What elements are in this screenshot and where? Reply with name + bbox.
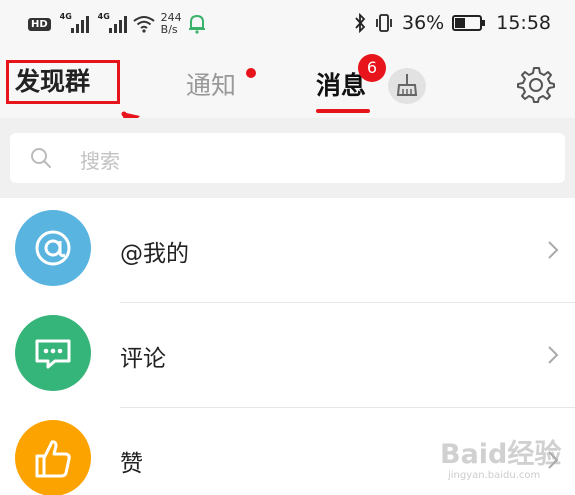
watermark-url: jingyan.baidu.com <box>448 470 541 481</box>
active-tab-indicator <box>316 109 370 113</box>
discover-groups-button[interactable]: 发现群 <box>6 60 120 104</box>
thumbs-up-icon <box>35 440 71 478</box>
search-placeholder: 搜索 <box>80 149 120 173</box>
top-nav: 发现群 通知 消息 6 <box>0 48 575 118</box>
message-count-badge: 6 <box>358 54 386 82</box>
comments-avatar <box>15 315 91 391</box>
list-item-comments[interactable]: 评论 <box>0 303 575 408</box>
clear-unread-button[interactable] <box>388 68 426 104</box>
chevron-right-icon <box>548 241 559 259</box>
mentions-label: @我的 <box>120 241 189 267</box>
chevron-right-icon <box>548 346 559 364</box>
cellular-signal-icon-2: 4G <box>98 12 127 33</box>
search-section: 搜索 <box>0 118 575 198</box>
search-input[interactable]: 搜索 <box>10 133 565 183</box>
broom-icon <box>396 74 418 96</box>
battery-percent: 36% <box>402 12 445 34</box>
settings-gear-icon[interactable] <box>516 64 556 104</box>
likes-avatar <box>15 420 91 495</box>
comments-label: 评论 <box>120 346 166 372</box>
likes-label: 赞 <box>120 451 143 477</box>
bluetooth-icon <box>355 13 366 33</box>
notification-bell-icon <box>188 14 205 34</box>
unread-dot <box>246 68 256 78</box>
vibrate-icon <box>376 14 392 32</box>
comment-icon <box>35 339 71 369</box>
search-icon <box>31 148 51 168</box>
clock: 15:58 <box>496 12 551 34</box>
watermark-brand: Baid经验 <box>440 439 562 470</box>
mentions-avatar <box>15 210 91 286</box>
status-bar: HD 4G 4G 244 B/s 36% 15:58 <box>0 0 575 48</box>
at-icon <box>35 230 71 266</box>
list-item-mentions[interactable]: @我的 <box>0 198 575 303</box>
network-speed: 244 B/s <box>160 11 182 36</box>
hd-icon: HD <box>28 17 51 31</box>
battery-icon <box>452 15 486 31</box>
cellular-signal-icon: 4G <box>60 12 89 33</box>
wifi-icon <box>133 16 155 33</box>
tab-notifications[interactable]: 通知 <box>186 66 236 102</box>
